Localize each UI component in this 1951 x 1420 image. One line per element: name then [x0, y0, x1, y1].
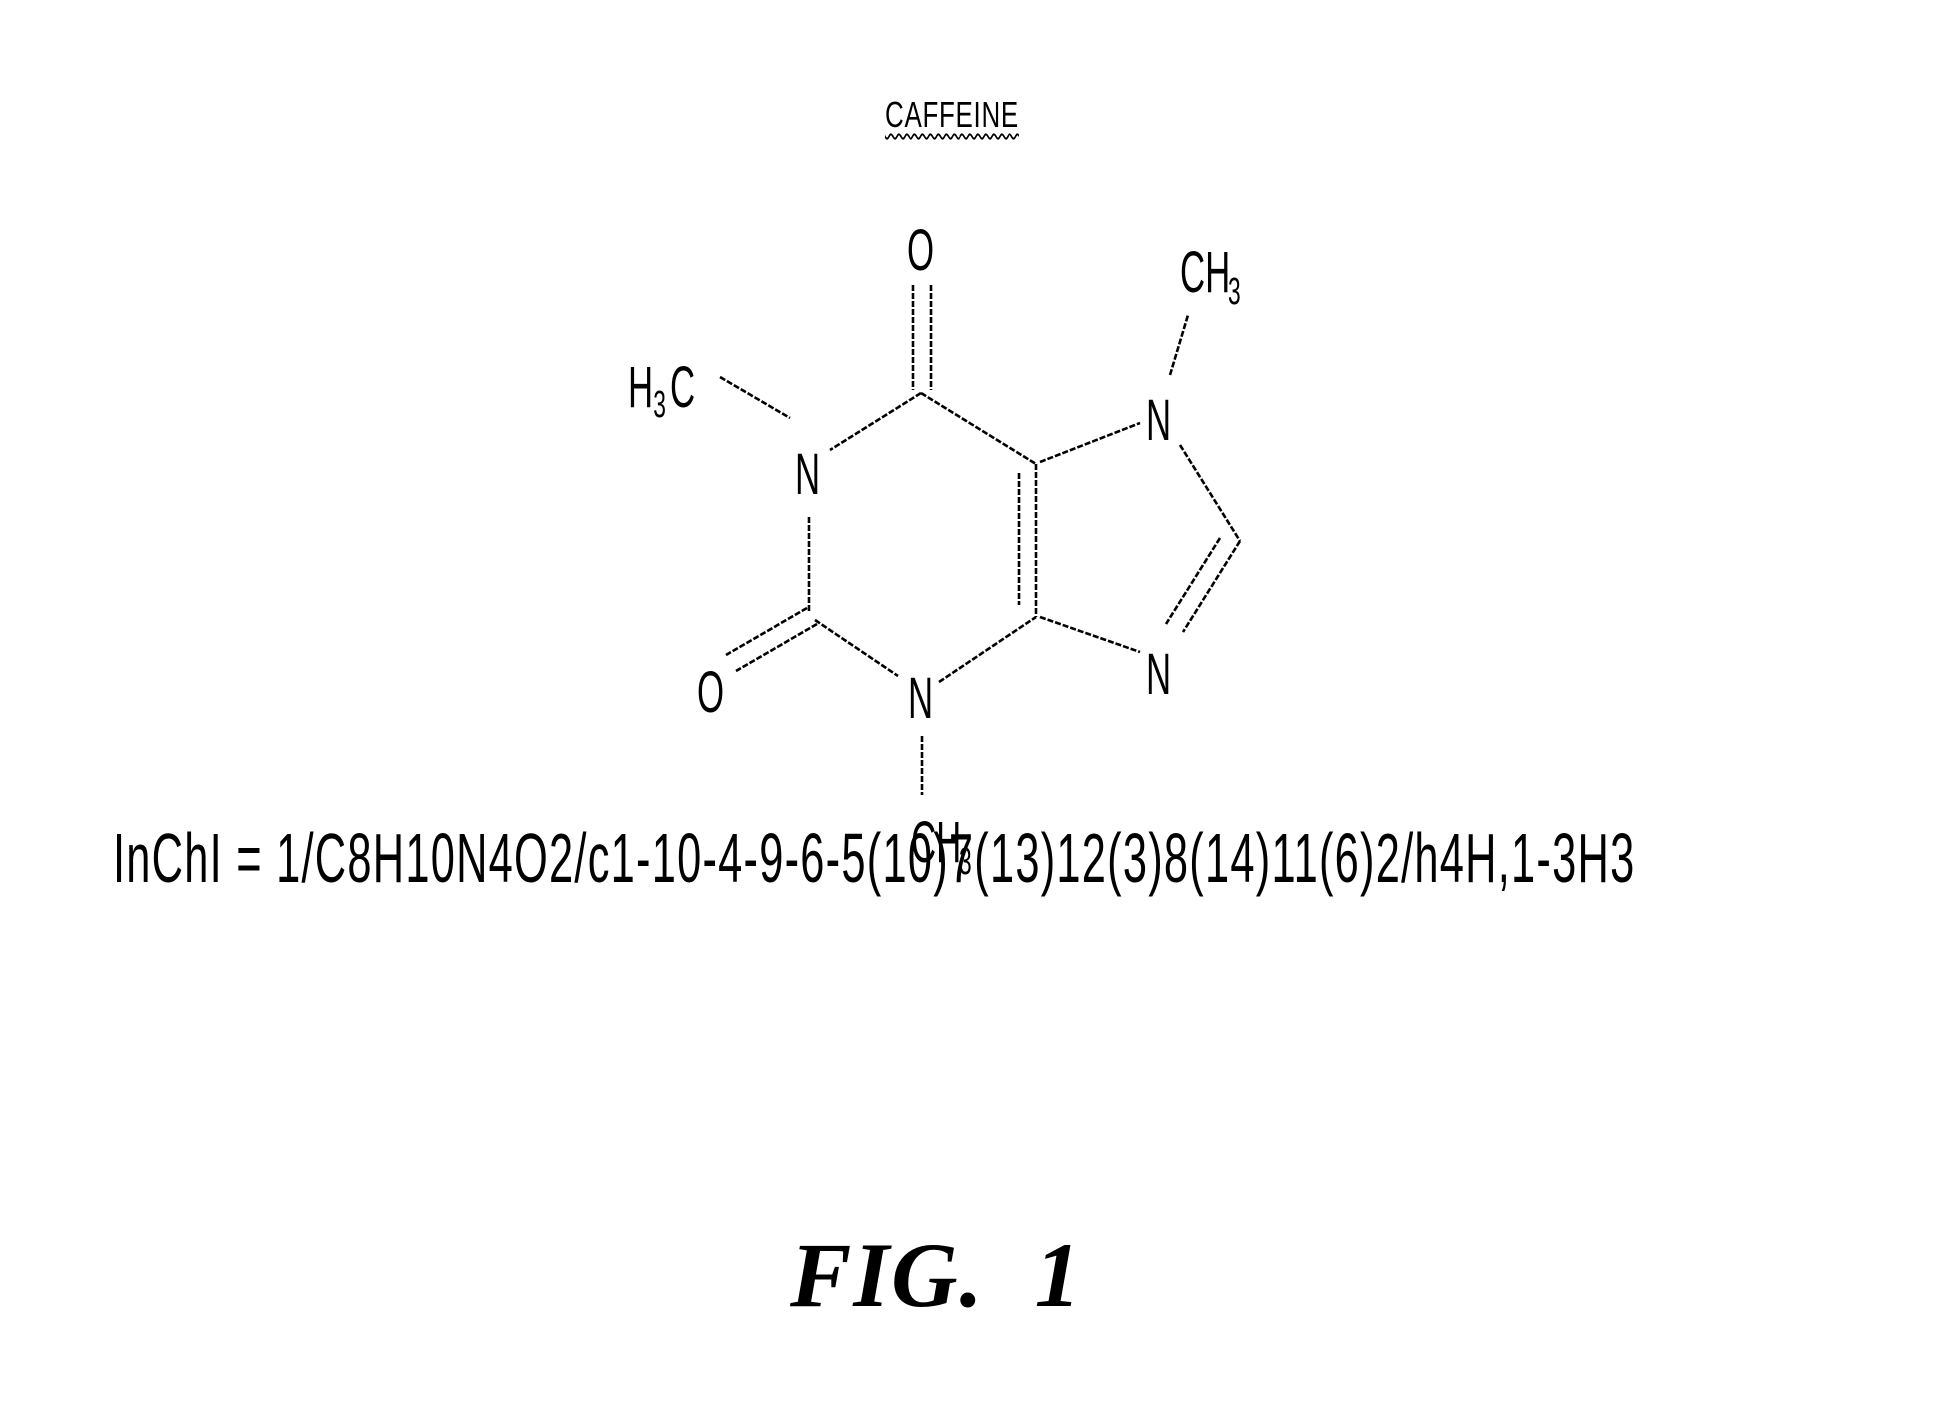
bond-c2-o-b: [735, 622, 818, 673]
atom-n3: N: [908, 667, 933, 731]
atom-n1: N: [795, 443, 820, 507]
bond-c5-n7: [1039, 421, 1141, 464]
atom-n9: N: [1146, 643, 1171, 707]
methyl-n1-sub: 3: [653, 383, 666, 425]
methyl-n1-h: H: [628, 356, 653, 420]
bond-c2-o-a: [725, 606, 808, 657]
inchi-identifier: InChI = 1/C8H10N4O2/c1-10-4-9-6-5(10)7(1…: [113, 819, 1636, 897]
atom-o-left: O: [697, 661, 724, 725]
bond-c6-n1: [829, 391, 922, 452]
bond-c8-n9-a: [1181, 540, 1242, 633]
bond-n7-methyl: [1168, 314, 1190, 376]
methyl-n7-label: CH 3: [1180, 241, 1241, 312]
caffeine-structure: O N O N N N H 3 C CH 3 CH 3: [628, 219, 1242, 882]
atom-o-top: O: [907, 219, 934, 283]
bond-methyl-n1: [719, 375, 791, 420]
methyl-n1-c: C: [670, 356, 695, 420]
bond-c6-c5: [920, 391, 1037, 466]
bond-n7-c8: [1178, 444, 1242, 542]
bonds: [719, 285, 1242, 795]
bond-c4-n9: [1039, 615, 1141, 654]
methyl-n7-ch: CH: [1180, 241, 1230, 305]
atom-n7: N: [1146, 389, 1171, 453]
figure-caption: FIG. 1: [790, 1224, 1083, 1326]
bond-n3-c4: [938, 615, 1037, 684]
methyl-n1-label: H 3 C: [628, 356, 695, 425]
bond-c2-n3: [814, 618, 899, 678]
methyl-n7-sub: 3: [1228, 270, 1241, 312]
bond-c8-n9-b: [1164, 537, 1222, 625]
